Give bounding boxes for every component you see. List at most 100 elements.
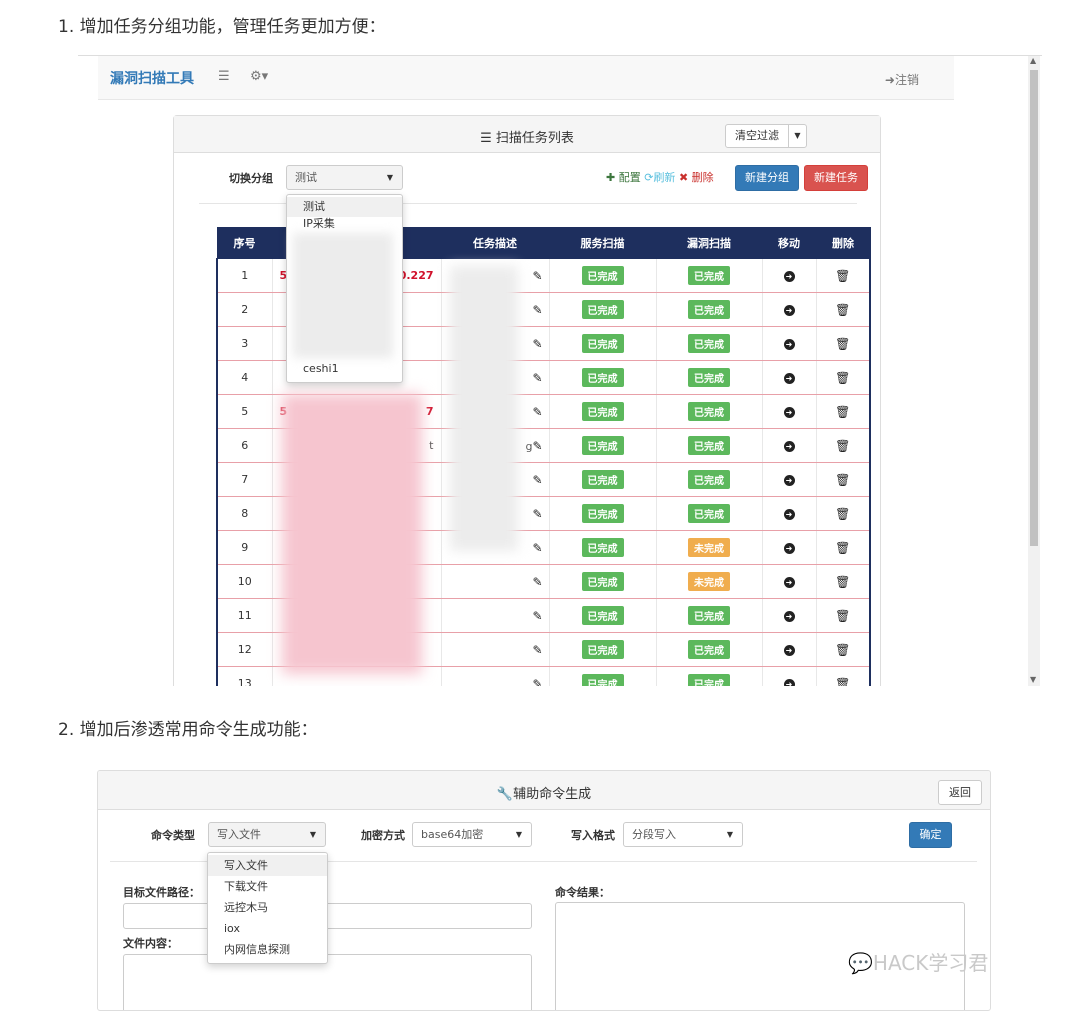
format-select[interactable]: 分段写入 ▼ bbox=[623, 822, 743, 847]
clear-filter-caret-button[interactable]: ▼ bbox=[788, 124, 807, 148]
status-badge[interactable]: 已完成 bbox=[688, 640, 730, 659]
status-badge[interactable]: 已完成 bbox=[688, 300, 730, 319]
status-badge[interactable]: 已完成 bbox=[581, 334, 624, 353]
clear-filter-button[interactable]: 清空过滤 bbox=[725, 124, 789, 148]
status-badge[interactable]: 已完成 bbox=[581, 572, 624, 591]
trash-icon[interactable]: 🗑 bbox=[835, 405, 850, 419]
arrow-right-circle-icon[interactable]: ➜ bbox=[783, 645, 795, 656]
status-badge[interactable]: 已完成 bbox=[688, 436, 730, 455]
arrow-right-circle-icon[interactable]: ➜ bbox=[783, 543, 795, 554]
cmd-type-option[interactable]: 远控木马 bbox=[208, 897, 327, 918]
status-badge[interactable]: 已完成 bbox=[581, 266, 624, 285]
scroll-up-icon[interactable]: ▲ bbox=[1030, 56, 1036, 65]
pencil-icon[interactable]: ✎ bbox=[532, 303, 542, 317]
status-badge[interactable]: 已完成 bbox=[581, 470, 624, 489]
status-badge[interactable]: 已完成 bbox=[688, 368, 730, 387]
trash-icon[interactable]: 🗑 bbox=[835, 609, 850, 623]
status-badge[interactable]: 已完成 bbox=[581, 402, 624, 421]
cmd-type-option[interactable]: 下载文件 bbox=[208, 876, 327, 897]
pencil-icon[interactable]: ✎ bbox=[532, 405, 542, 419]
logout-link[interactable]: ➜注销 bbox=[885, 71, 919, 88]
pencil-icon[interactable]: ✎ bbox=[532, 371, 542, 385]
trash-icon[interactable]: 🗑 bbox=[835, 473, 850, 487]
new-task-button[interactable]: 新建任务 bbox=[804, 165, 868, 191]
group-select[interactable]: 测试 ▼ bbox=[286, 165, 403, 190]
delete-group-link[interactable]: ✖ 删除 bbox=[679, 171, 714, 184]
trash-icon[interactable]: 🗑 bbox=[835, 371, 850, 385]
confirm-button[interactable]: 确定 bbox=[909, 822, 952, 848]
arrow-right-circle-icon[interactable]: ➜ bbox=[783, 271, 795, 282]
gear-icon[interactable]: ⚙▾ bbox=[250, 69, 268, 84]
pencil-icon[interactable]: ✎ bbox=[532, 337, 542, 351]
status-badge[interactable]: 已完成 bbox=[581, 538, 624, 557]
arrow-right-circle-icon[interactable]: ➜ bbox=[783, 305, 795, 316]
pencil-icon[interactable]: ✎ bbox=[532, 609, 542, 623]
trash-icon[interactable]: 🗑 bbox=[835, 303, 850, 317]
status-badge[interactable]: 已完成 bbox=[688, 402, 730, 421]
app-brand[interactable]: 漏洞扫描工具 bbox=[110, 68, 194, 88]
trash-icon[interactable]: 🗑 bbox=[835, 507, 850, 521]
trash-icon[interactable]: 🗑 bbox=[835, 269, 850, 283]
encode-select[interactable]: base64加密 ▼ bbox=[412, 822, 532, 847]
refresh-link[interactable]: ⟳刷新 bbox=[644, 171, 675, 184]
status-badge[interactable]: 已完成 bbox=[688, 674, 730, 686]
trash-icon[interactable]: 🗑 bbox=[835, 541, 850, 555]
status-badge[interactable]: 已完成 bbox=[581, 640, 624, 659]
status-badge[interactable]: 已完成 bbox=[688, 334, 730, 353]
arrow-right-circle-icon[interactable]: ➜ bbox=[783, 577, 795, 588]
status-badge[interactable]: 已完成 bbox=[688, 470, 730, 489]
trash-icon[interactable]: 🗑 bbox=[835, 439, 850, 453]
col-header-service[interactable]: 服务扫描 bbox=[548, 227, 657, 259]
arrow-right-circle-icon[interactable]: ➜ bbox=[783, 373, 795, 384]
new-group-button[interactable]: 新建分组 bbox=[735, 165, 799, 191]
arrow-right-circle-icon[interactable]: ➜ bbox=[783, 407, 795, 418]
col-header-no[interactable]: 序号 bbox=[216, 227, 273, 259]
trash-icon[interactable]: 🗑 bbox=[835, 677, 850, 687]
pencil-icon[interactable]: ✎ bbox=[532, 541, 542, 555]
group-option[interactable]: ceshi1 bbox=[287, 359, 355, 379]
col-header-vuln[interactable]: 漏洞扫描 bbox=[655, 227, 763, 259]
status-badge[interactable]: 已完成 bbox=[581, 606, 624, 625]
pencil-icon[interactable]: ✎ bbox=[532, 575, 542, 589]
col-header-desc[interactable]: 任务描述 bbox=[440, 227, 550, 259]
pencil-icon[interactable]: ✎ bbox=[532, 439, 542, 453]
arrow-right-circle-icon[interactable]: ➜ bbox=[783, 679, 795, 686]
arrow-right-circle-icon[interactable]: ➜ bbox=[783, 509, 795, 520]
scrollbar[interactable]: ▲ ▼ bbox=[1028, 56, 1040, 686]
status-badge[interactable]: 已完成 bbox=[581, 674, 624, 686]
cmd-type-option[interactable]: 写入文件 bbox=[208, 855, 327, 876]
pencil-icon[interactable]: ✎ bbox=[532, 269, 542, 283]
arrow-right-circle-icon[interactable]: ➜ bbox=[783, 441, 795, 452]
cmd-type-option[interactable]: 内网信息探测 bbox=[208, 939, 327, 960]
status-badge[interactable]: 已完成 bbox=[688, 504, 730, 523]
col-header-delete[interactable]: 删除 bbox=[815, 227, 871, 259]
status-badge[interactable]: 未完成 bbox=[688, 572, 730, 591]
pencil-icon[interactable]: ✎ bbox=[532, 507, 542, 521]
scroll-down-icon[interactable]: ▼ bbox=[1030, 675, 1036, 684]
status-badge[interactable]: 已完成 bbox=[688, 266, 730, 285]
status-badge[interactable]: 已完成 bbox=[581, 368, 624, 387]
trash-icon[interactable]: 🗑 bbox=[835, 575, 850, 589]
status-badge[interactable]: 已完成 bbox=[688, 606, 730, 625]
arrow-right-circle-icon[interactable]: ➜ bbox=[783, 339, 795, 350]
pencil-icon[interactable]: ✎ bbox=[532, 643, 542, 657]
config-link[interactable]: ✚ 配置 bbox=[606, 171, 641, 184]
back-button[interactable]: 返回 bbox=[938, 780, 982, 805]
list-icon[interactable]: ☰ bbox=[218, 69, 230, 84]
status-badge[interactable]: 未完成 bbox=[688, 538, 730, 557]
scrollbar-thumb[interactable] bbox=[1030, 70, 1038, 546]
group-option[interactable]: IP采集 bbox=[287, 217, 402, 231]
trash-icon[interactable]: 🗑 bbox=[835, 643, 850, 657]
status-badge[interactable]: 已完成 bbox=[581, 300, 624, 319]
col-header-move[interactable]: 移动 bbox=[761, 227, 817, 259]
pencil-icon[interactable]: ✎ bbox=[532, 473, 542, 487]
cmd-type-option[interactable]: iox bbox=[208, 918, 327, 939]
trash-icon[interactable]: 🗑 bbox=[835, 337, 850, 351]
pencil-icon[interactable]: ✎ bbox=[532, 677, 542, 687]
status-badge[interactable]: 已完成 bbox=[581, 504, 624, 523]
arrow-right-circle-icon[interactable]: ➜ bbox=[783, 475, 795, 486]
status-badge[interactable]: 已完成 bbox=[581, 436, 624, 455]
arrow-right-circle-icon[interactable]: ➜ bbox=[783, 611, 795, 622]
cmd-type-select[interactable]: 写入文件 ▼ bbox=[208, 822, 326, 847]
group-option[interactable]: 测试 bbox=[287, 197, 402, 217]
